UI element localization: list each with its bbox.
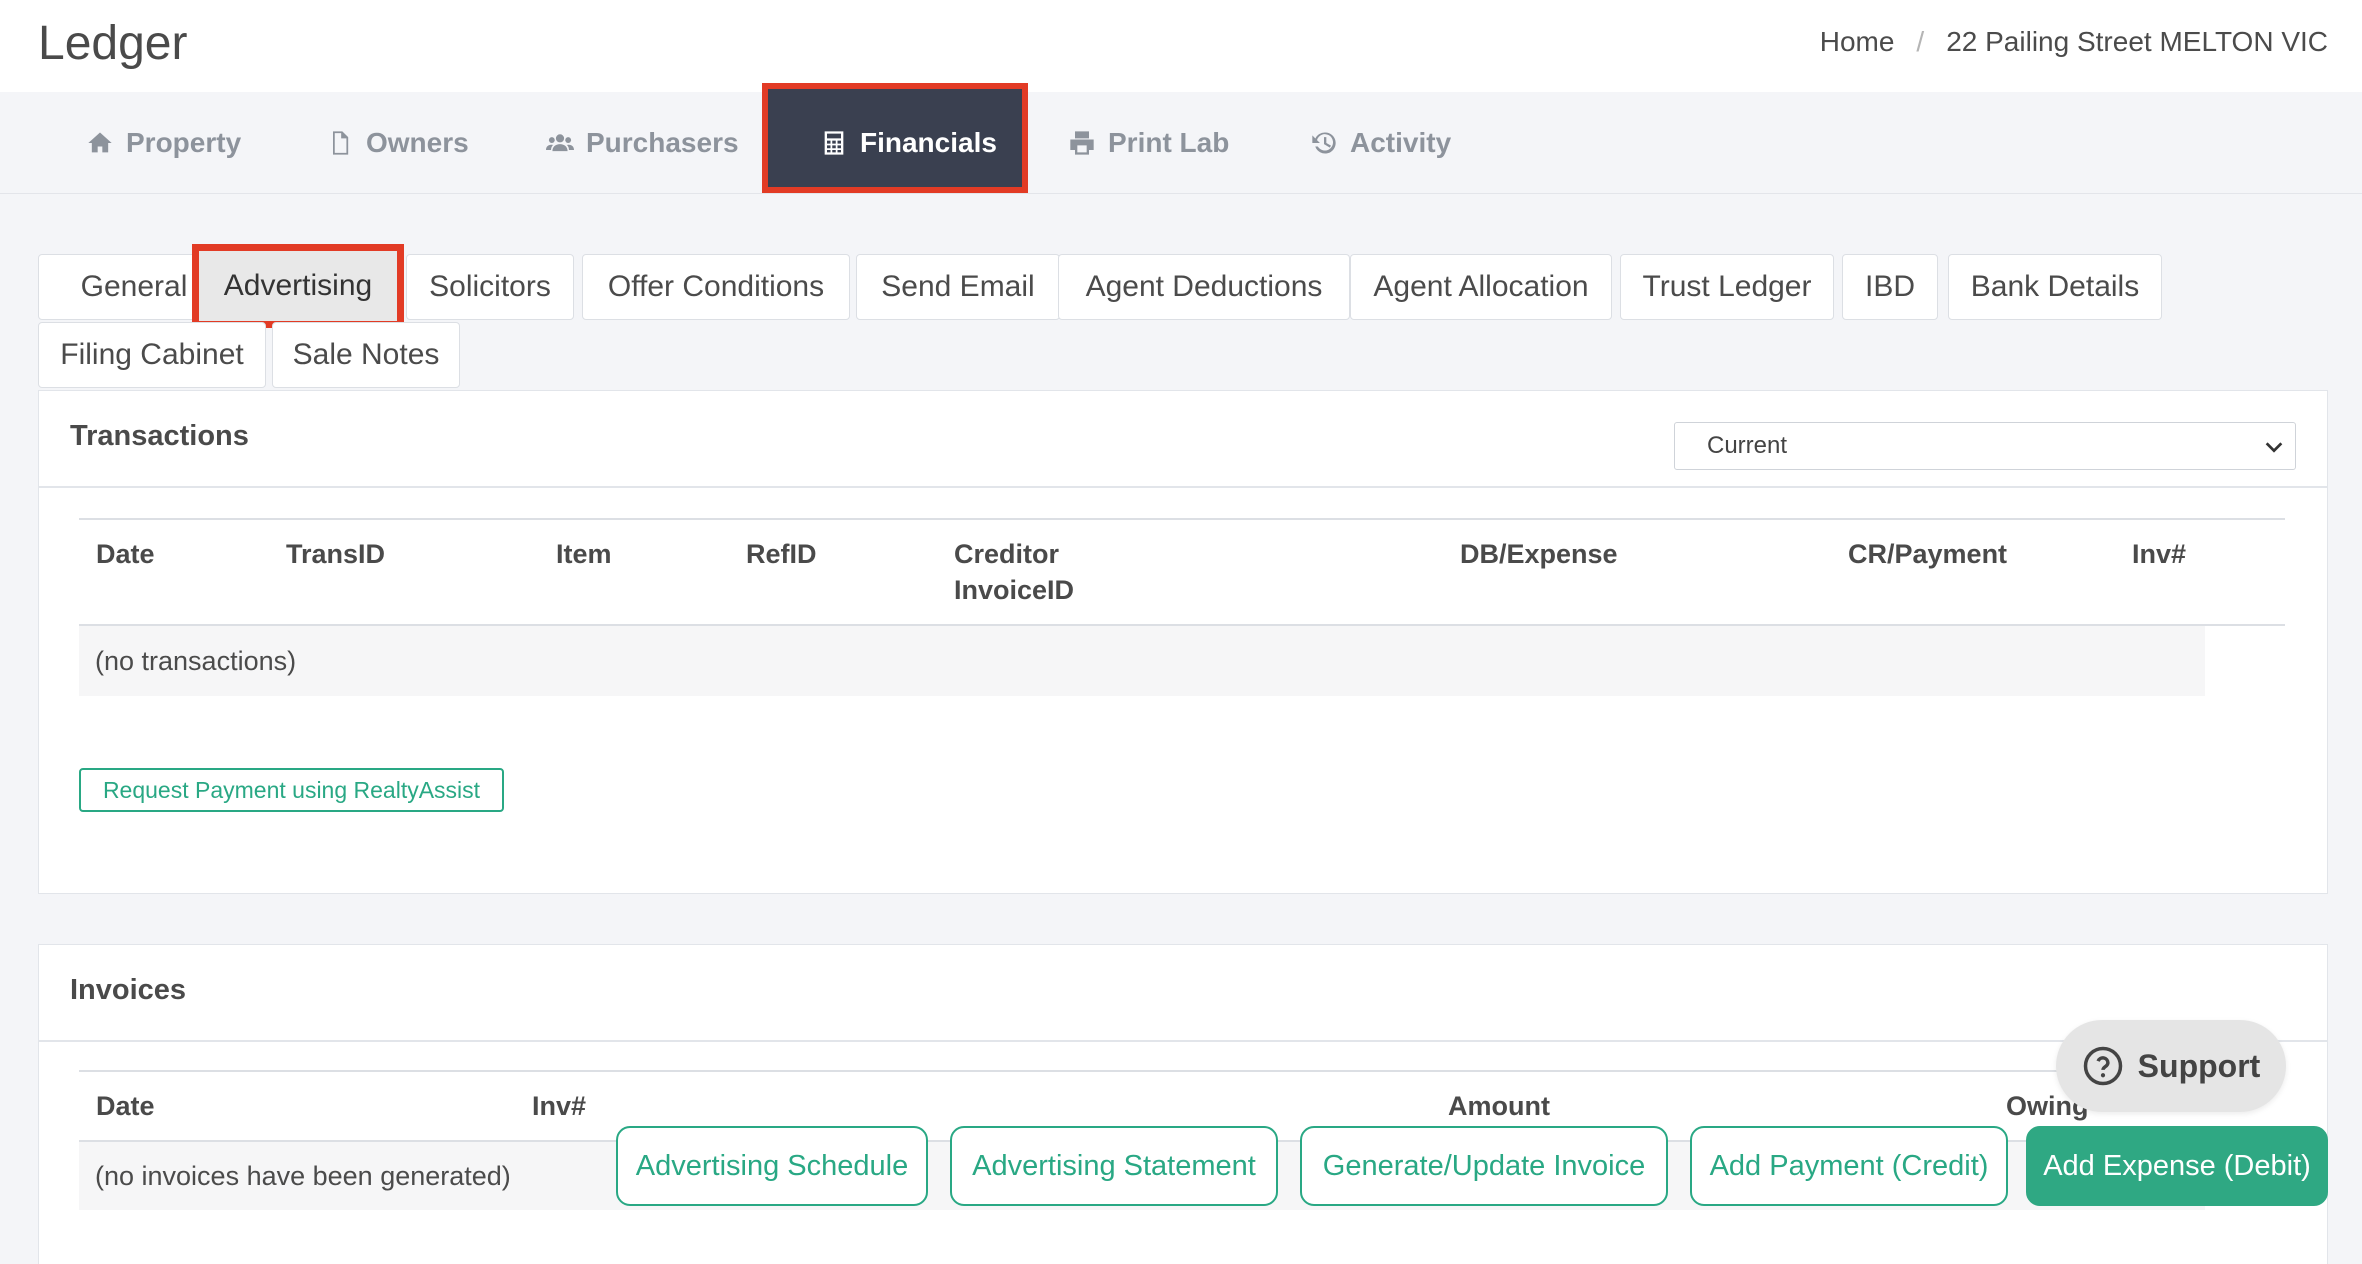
advertising-statement-button[interactable]: Advertising Statement <box>950 1126 1278 1206</box>
page-title: Ledger <box>38 17 188 70</box>
nav-tab-label: Owners <box>366 127 469 158</box>
request-payment-button[interactable]: Request Payment using RealtyAssist <box>79 768 504 812</box>
invoices-panel <box>38 944 2328 1264</box>
subtab-agent-allocation[interactable]: Agent Allocation <box>1350 254 1612 320</box>
page: Ledger Home / 22 Pailing Street MELTON V… <box>0 0 2362 1264</box>
calculator-icon <box>824 131 844 155</box>
column-header-invoiceid: InvoiceID <box>954 575 1075 605</box>
nav-tab-financials[interactable]: Financials <box>820 92 997 194</box>
column-header-item: Item <box>556 539 612 569</box>
breadcrumb-home-link[interactable]: Home <box>1820 26 1895 58</box>
column-header-amount: Amount <box>1448 1091 1550 1121</box>
column-header-date: Date <box>96 1091 155 1121</box>
print-icon <box>1070 131 1094 155</box>
select-value: Current <box>1707 432 1788 459</box>
nav-tab-property[interactable]: Property <box>86 92 241 194</box>
subtab-bank-details[interactable]: Bank Details <box>1948 254 2162 320</box>
subtab-send-email[interactable]: Send Email <box>856 254 1060 320</box>
column-header-cr-payment: CR/Payment <box>1848 539 2008 569</box>
nav-tab-owners[interactable]: Owners <box>326 92 469 194</box>
column-header-db-expense: DB/Expense <box>1460 539 1618 569</box>
support-label: Support <box>2137 1047 2261 1084</box>
subtab-trust-ledger[interactable]: Trust Ledger <box>1620 254 1834 320</box>
nav-tab-activity[interactable]: Activity <box>1310 92 1451 194</box>
nav-tab-label: Purchasers <box>586 127 739 158</box>
chevron-down-icon <box>2265 442 2283 453</box>
file-icon <box>333 131 349 155</box>
subtab-filing-cabinet[interactable]: Filing Cabinet <box>38 322 266 388</box>
add-payment-button[interactable]: Add Payment (Credit) <box>1690 1126 2008 1206</box>
nav-tab-purchasers[interactable]: Purchasers <box>546 92 739 194</box>
invoices-title: Invoices <box>70 974 187 1006</box>
subtab-agent-deductions[interactable]: Agent Deductions <box>1058 254 1350 320</box>
subtab-sale-notes[interactable]: Sale Notes <box>272 322 460 388</box>
breadcrumb-separator: / <box>1916 26 1925 57</box>
column-header-refid: RefID <box>746 539 817 569</box>
breadcrumb: Home / 22 Pailing Street MELTON VIC <box>1820 26 2328 58</box>
generate-invoice-button[interactable]: Generate/Update Invoice <box>1300 1126 1668 1206</box>
nav-tab-label: Print Lab <box>1108 127 1230 158</box>
transactions-filter-select[interactable]: Current <box>1674 422 2296 470</box>
question-circle-icon <box>2083 1046 2122 1086</box>
add-expense-button[interactable]: Add Expense (Debit) <box>2026 1126 2328 1206</box>
panel-divider <box>38 486 2328 488</box>
nav-tab-label: Property <box>126 127 242 158</box>
table-top-border <box>79 518 2285 520</box>
column-header-inv: Inv# <box>2132 539 2187 569</box>
advertising-schedule-button[interactable]: Advertising Schedule <box>616 1126 928 1206</box>
column-header-inv: Inv# <box>532 1091 587 1121</box>
breadcrumb-current: 22 Pailing Street MELTON VIC <box>1946 26 2328 57</box>
home-icon <box>88 132 112 153</box>
empty-transactions-row: (no transactions) <box>79 626 2205 696</box>
nav-tab-label: Financials <box>860 127 997 158</box>
nav-tab-print-lab[interactable]: Print Lab <box>1068 92 1229 194</box>
panel-divider <box>38 1040 2328 1042</box>
subtab-ibd[interactable]: IBD <box>1842 254 1938 320</box>
subtab-offer-conditions[interactable]: Offer Conditions <box>582 254 850 320</box>
transactions-title: Transactions <box>70 420 249 452</box>
subtab-solicitors[interactable]: Solicitors <box>406 254 574 320</box>
nav-tab-label: Activity <box>1350 127 1452 158</box>
history-icon <box>1312 132 1336 154</box>
column-header-date: Date <box>96 539 155 569</box>
column-header-creditor: Creditor <box>954 539 1060 569</box>
subtab-advertising[interactable]: Advertising <box>192 244 404 328</box>
table-top-border <box>79 1070 2285 1072</box>
support-button[interactable]: Support <box>2056 1020 2286 1112</box>
users-icon <box>546 134 574 152</box>
column-header-transid: TransID <box>286 539 386 569</box>
